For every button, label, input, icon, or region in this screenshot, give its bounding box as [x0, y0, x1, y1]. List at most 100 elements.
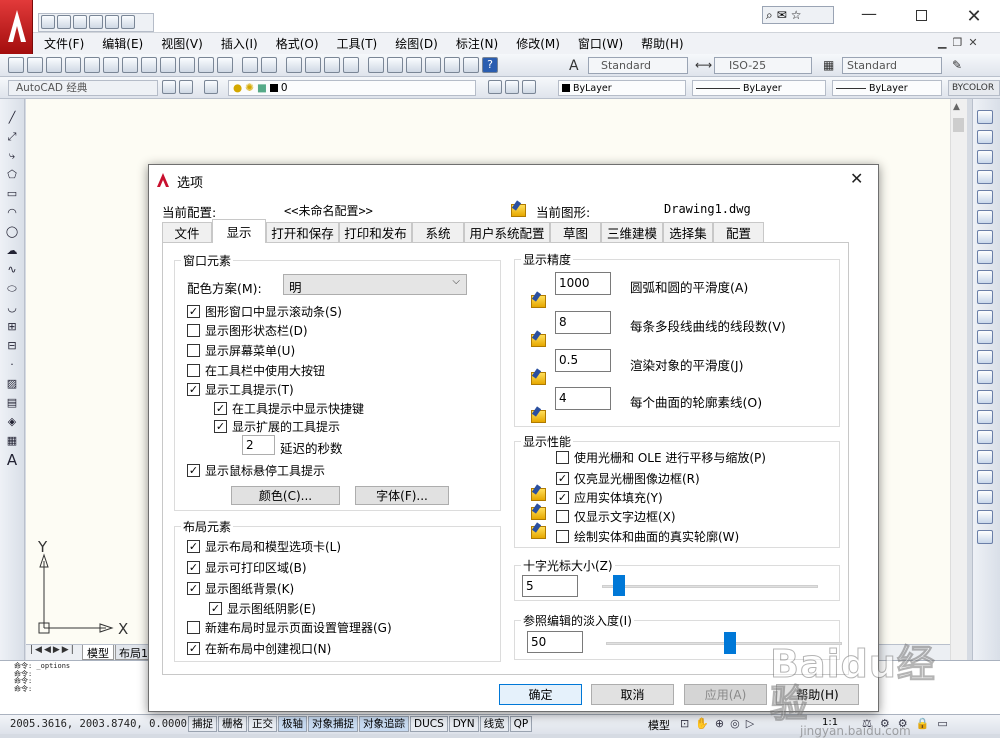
polyline-segments-input[interactable]: 8	[555, 311, 611, 334]
polygon-icon[interactable]: ⬠	[2, 167, 22, 183]
doc-minimize-icon[interactable]: ▁	[938, 36, 946, 50]
cb-create-viewport[interactable]: ✓ 在新布局中创建视口(N)	[187, 640, 331, 657]
delay-seconds-input[interactable]: 2	[242, 435, 275, 455]
insert-block-icon[interactable]: ⊞	[2, 319, 22, 335]
osnap-endpoint-icon[interactable]	[977, 450, 993, 464]
construction-line-icon[interactable]: ⤢	[2, 129, 22, 145]
tab-plot-publish[interactable]: 打印和发布	[339, 222, 412, 242]
zoom-window-icon[interactable]	[324, 57, 340, 73]
tab-model[interactable]: 模型	[82, 645, 114, 660]
checkbox[interactable]	[187, 364, 200, 377]
markup-icon[interactable]	[444, 57, 460, 73]
snap-toggle[interactable]: 捕捉	[188, 716, 217, 732]
cb-true-silhouettes[interactable]: 绘制实体和曲面的真实轮廓(W)	[556, 528, 739, 545]
lineweight-select[interactable]: ByLayer	[832, 80, 942, 96]
checkbox[interactable]	[556, 510, 569, 523]
region-icon[interactable]: ◈	[2, 414, 22, 430]
maximize-button[interactable]	[910, 8, 934, 24]
array-icon[interactable]	[977, 190, 993, 204]
rectangle-icon[interactable]: ▭	[2, 186, 22, 202]
menu-edit[interactable]: 编辑(E)	[102, 35, 143, 52]
osnap-toggle[interactable]: 对象捕捉	[308, 716, 358, 732]
3d-dwf-icon[interactable]	[122, 57, 138, 73]
minimize-button[interactable]: —	[857, 6, 881, 24]
arc-smoothness-input[interactable]: 1000	[555, 272, 611, 295]
trim-icon[interactable]	[977, 290, 993, 304]
crosshair-slider-thumb[interactable]	[612, 575, 625, 596]
cb-printable-area[interactable]: ✓ 显示可打印区域(B)	[187, 559, 307, 576]
move-icon[interactable]	[977, 210, 993, 224]
otrack-toggle[interactable]: 对象追踪	[359, 716, 409, 732]
cb-rollover-tooltips[interactable]: ✓ 显示鼠标悬停工具提示	[187, 462, 325, 479]
redo-tool-icon[interactable]	[261, 57, 277, 73]
checkbox[interactable]: ✓	[187, 305, 200, 318]
ellipse-icon[interactable]: ⬭	[2, 281, 22, 297]
gradient-icon[interactable]: ▤	[2, 395, 22, 411]
ortho-toggle[interactable]: 正交	[248, 716, 277, 732]
rotate-icon[interactable]	[977, 230, 993, 244]
tool-palettes-icon[interactable]	[406, 57, 422, 73]
clean-screen-icon[interactable]: ▭	[937, 717, 947, 730]
tab-user-preferences[interactable]: 用户系统配置	[464, 222, 550, 242]
osnap-quadrant-icon[interactable]	[977, 530, 993, 544]
cb-page-setup-manager[interactable]: 新建布局时显示页面设置管理器(G)	[187, 619, 392, 636]
steering-wheel-icon[interactable]: ◎	[730, 717, 740, 730]
checkbox[interactable]	[187, 621, 200, 634]
crosshair-size-input[interactable]: 5	[522, 575, 578, 597]
cb-large-buttons[interactable]: 在工具栏中使用大按钮	[187, 362, 325, 379]
menu-dimension[interactable]: 标注(N)	[456, 35, 498, 52]
zoom-realtime-icon[interactable]	[305, 57, 321, 73]
pan-icon[interactable]	[286, 57, 302, 73]
help-button[interactable]: 帮助(H)	[776, 684, 859, 705]
cb-extended-tooltips[interactable]: ✓ 显示扩展的工具提示	[214, 418, 340, 435]
maximize-viewport-icon[interactable]: ⊡	[680, 717, 689, 730]
menu-draw[interactable]: 绘图(D)	[395, 35, 438, 52]
tab-3d-modeling[interactable]: 三维建模	[601, 222, 663, 242]
qnew-icon[interactable]	[8, 57, 24, 73]
checkbox[interactable]: ✓	[187, 561, 200, 574]
offset-icon[interactable]	[977, 170, 993, 184]
revcloud-icon[interactable]: ☁	[2, 243, 22, 259]
checkbox[interactable]: ✓	[187, 582, 200, 595]
doc-close-icon[interactable]: ✕	[968, 36, 977, 50]
dialog-close-button[interactable]: ✕	[850, 169, 863, 188]
workspace-select[interactable]: AutoCAD 经典	[8, 80, 158, 96]
scroll-thumb[interactable]	[953, 118, 964, 132]
match-properties-icon[interactable]	[198, 57, 214, 73]
linetype-select[interactable]: ByLayer	[692, 80, 826, 96]
menu-format[interactable]: 格式(O)	[276, 35, 319, 52]
undo-tool-icon[interactable]	[242, 57, 258, 73]
quickcalc-icon[interactable]	[463, 57, 479, 73]
tab-display[interactable]: 显示	[212, 219, 266, 243]
sheet-set-icon[interactable]	[425, 57, 441, 73]
dyn-toggle[interactable]: DYN	[448, 716, 479, 732]
circle-icon[interactable]: ◯	[2, 224, 22, 240]
copy-icon[interactable]	[160, 57, 176, 73]
osnap-center-icon[interactable]	[977, 490, 993, 504]
apply-button[interactable]: 应用(A)	[684, 684, 767, 705]
xref-fade-input[interactable]: 50	[527, 631, 583, 653]
fonts-button[interactable]: 字体(F)...	[355, 486, 449, 505]
checkbox[interactable]: ✓	[209, 602, 222, 615]
copy-object-icon[interactable]	[977, 130, 993, 144]
menu-help[interactable]: 帮助(H)	[641, 35, 683, 52]
autocad-logo-icon[interactable]	[0, 0, 33, 54]
layer-select[interactable]: ● ✺ ■ 0	[228, 80, 476, 96]
close-window-button[interactable]: ✕	[962, 6, 986, 27]
properties-icon[interactable]	[368, 57, 384, 73]
checkbox[interactable]	[556, 530, 569, 543]
menu-view[interactable]: 视图(V)	[161, 35, 203, 52]
point-icon[interactable]: ·	[2, 357, 22, 373]
workspace-settings-icon[interactable]	[162, 80, 176, 94]
tab-drafting[interactable]: 草图	[550, 222, 601, 242]
open-icon[interactable]	[57, 15, 71, 29]
mtext-icon[interactable]: A	[2, 452, 22, 468]
polyline-icon[interactable]: ⤷	[2, 148, 22, 164]
cb-text-frame[interactable]: 仅显示文字边框(X)	[556, 508, 676, 525]
save-icon[interactable]	[73, 15, 87, 29]
menu-file[interactable]: 文件(F)	[44, 35, 84, 52]
cb-scrollbars[interactable]: ✓ 图形窗口中显示滚动条(S)	[187, 303, 342, 320]
dim-style-select[interactable]: ISO-25	[714, 57, 812, 74]
checkbox[interactable]: ✓	[187, 383, 200, 396]
auto-scale-icon[interactable]: ⚙	[880, 717, 890, 730]
